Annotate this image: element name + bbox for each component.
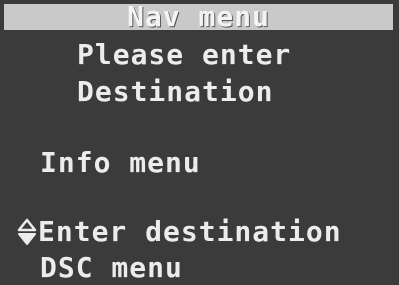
menu-item-dsc[interactable]: DSC menu	[40, 252, 183, 284]
nav-display-screen: Nav menu Please enter Destination Info m…	[0, 0, 399, 285]
up-down-scroll-icon	[17, 218, 37, 245]
menu-item-enter-destination[interactable]: Enter destination	[38, 216, 342, 248]
prompt-line-1: Please enter	[77, 38, 292, 71]
menu-item-info[interactable]: Info menu	[40, 147, 201, 179]
menu-title: Nav menu	[127, 0, 270, 33]
prompt-line-2: Destination	[77, 75, 274, 108]
